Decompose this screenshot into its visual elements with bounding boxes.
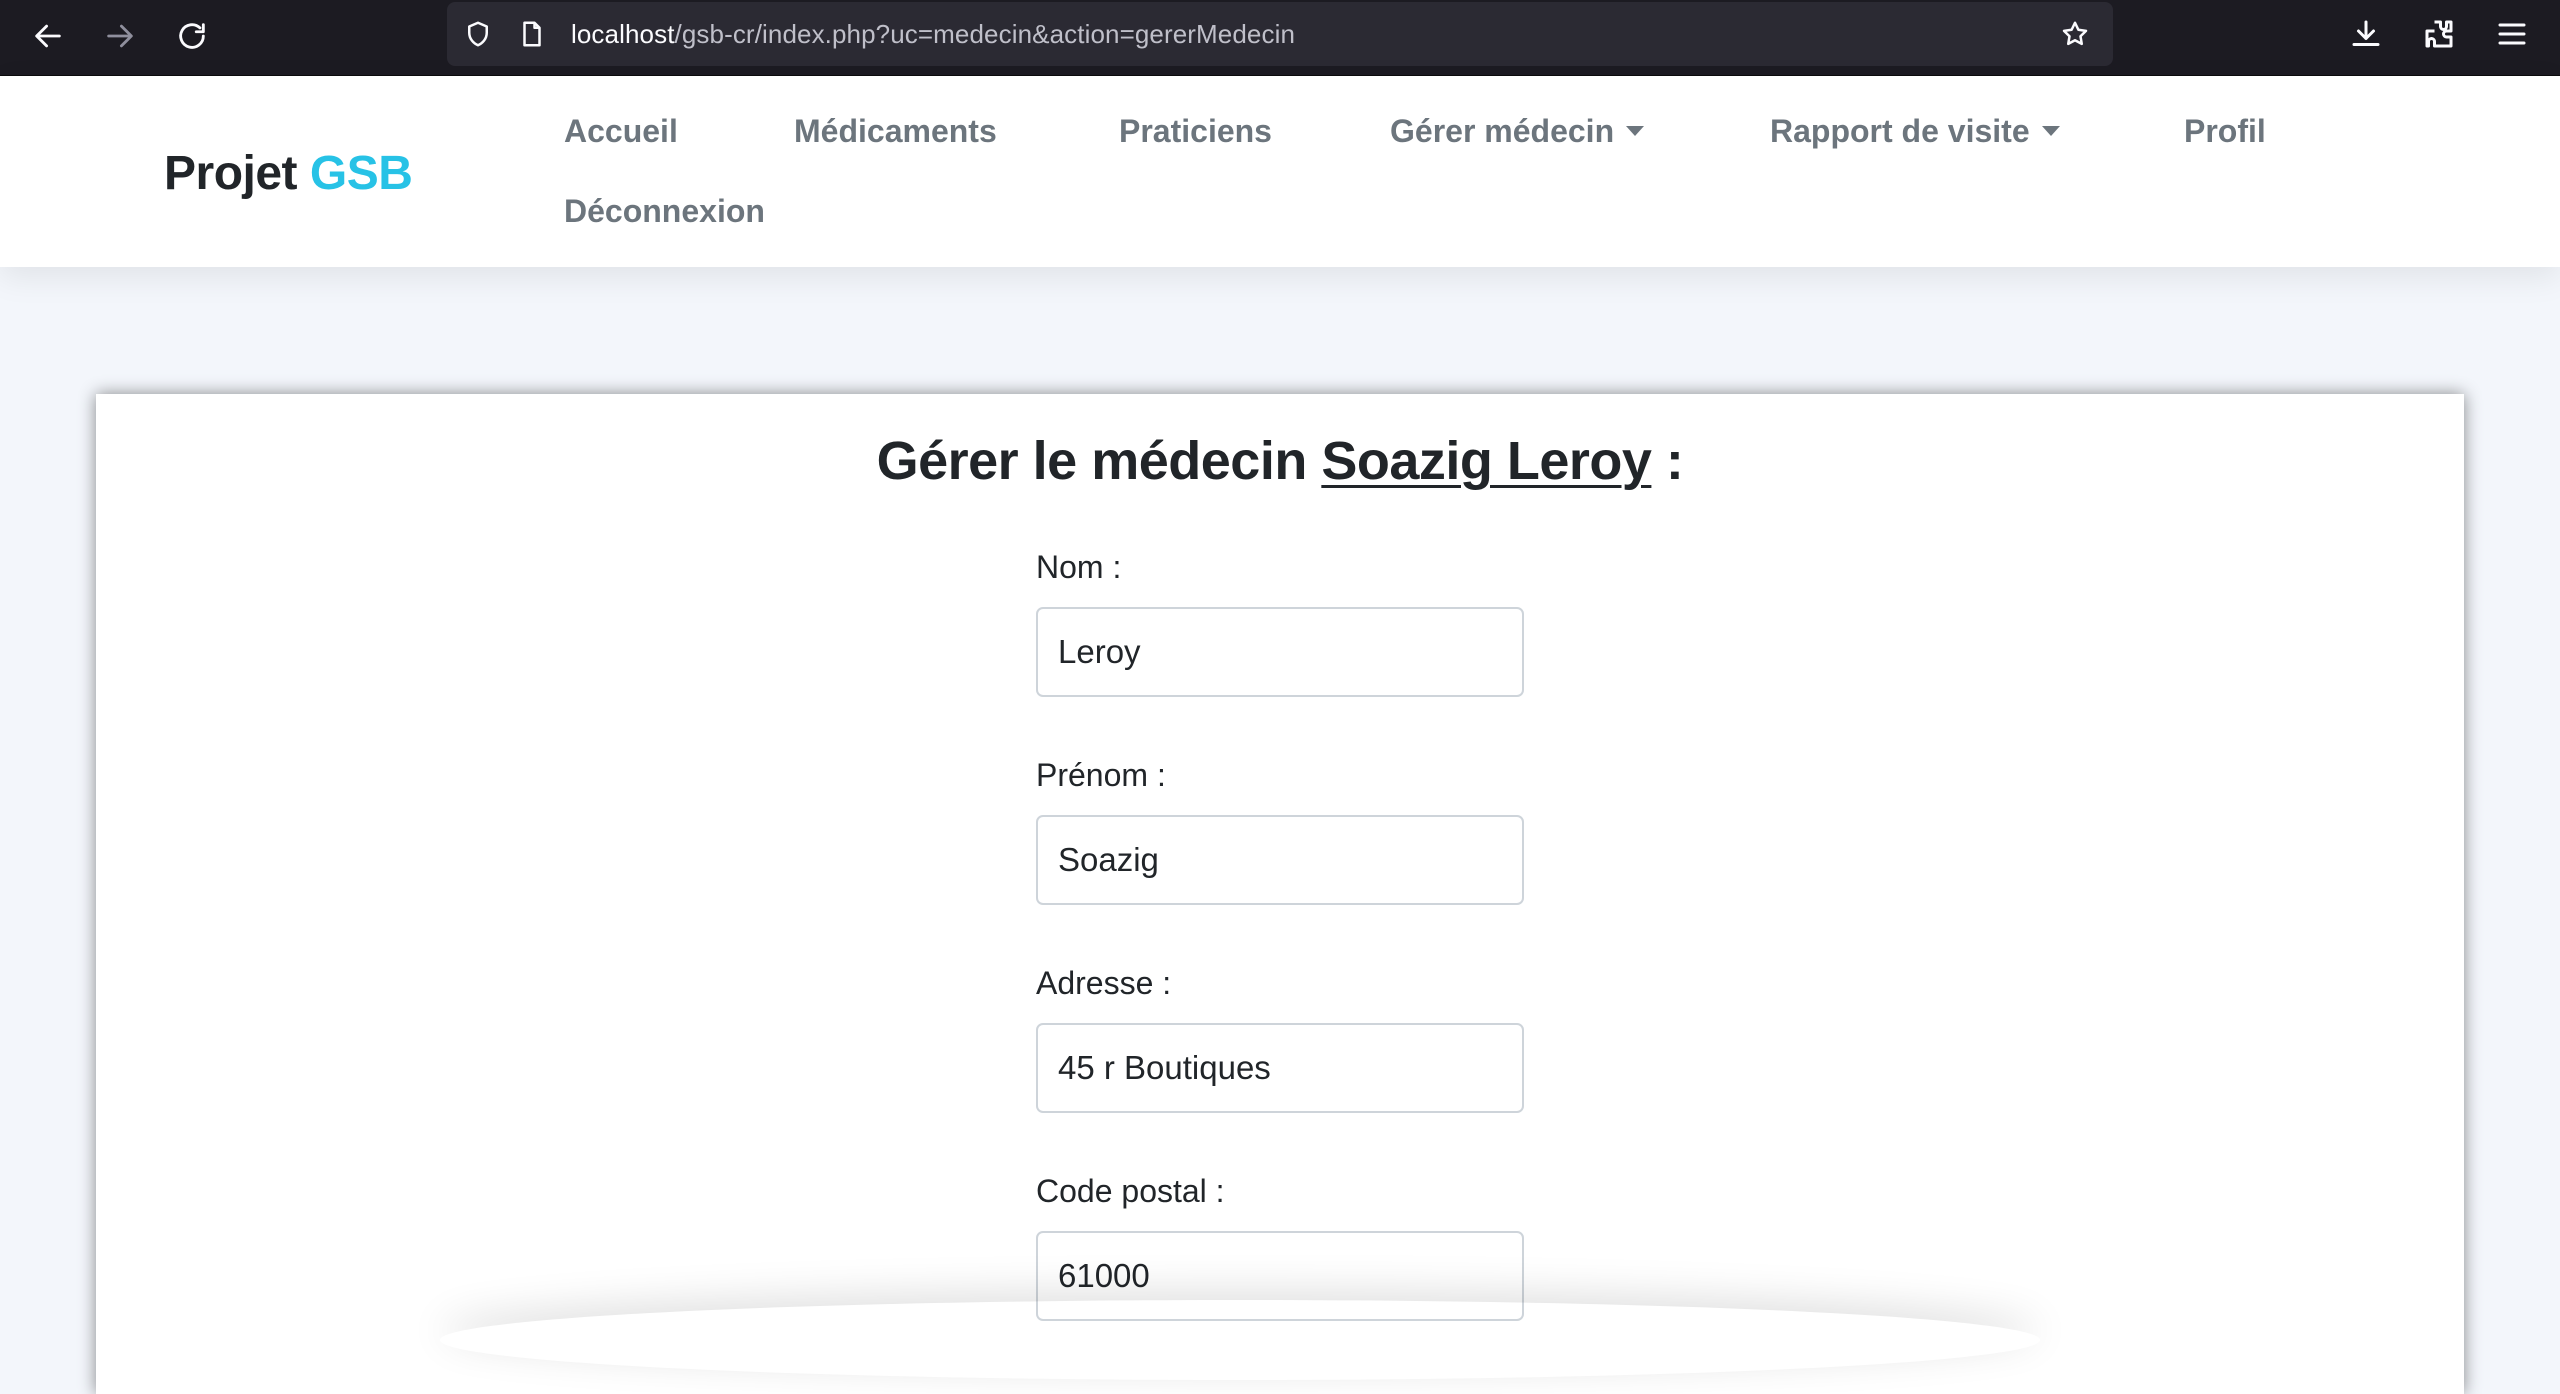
arrow-right-icon — [107, 24, 133, 48]
prenom-label: Prénom : — [1036, 757, 1166, 793]
nav-link-label: Déconnexion — [564, 193, 765, 229]
menu-icon[interactable] — [2494, 16, 2530, 52]
shield-icon[interactable] — [463, 19, 493, 49]
url-path: /gsb-cr/index.php?uc=medecin&action=gere… — [674, 19, 1296, 49]
page-title: Gérer le médecin Soazig Leroy : — [96, 430, 2464, 492]
star-icon[interactable] — [2060, 19, 2090, 49]
nav-link-accueil[interactable]: Accueil — [564, 113, 678, 150]
brand-logo[interactable]: Projet GSB — [164, 146, 413, 201]
caret-down-icon — [1626, 126, 1645, 136]
nav-dropdown-rapport-visite[interactable]: Rapport de visite — [1770, 113, 2060, 150]
adresse-label: Adresse : — [1036, 965, 1172, 1001]
nav-link-label: Médicaments — [794, 113, 997, 149]
adresse-input[interactable] — [1036, 1023, 1524, 1113]
address-bar[interactable]: localhost/gsb-cr/index.php?uc=medecin&ac… — [447, 2, 2113, 66]
caret-down-icon — [2041, 126, 2060, 136]
nav-link-profil[interactable]: Profil — [2184, 113, 2266, 150]
download-icon[interactable] — [2348, 16, 2384, 52]
nav-link-medicaments[interactable]: Médicaments — [794, 113, 997, 150]
title-suffix: : — [1665, 431, 1684, 491]
url-text[interactable]: localhost/gsb-cr/index.php?uc=medecin&ac… — [571, 19, 1295, 50]
title-prefix: Gérer le médecin — [876, 431, 1308, 491]
nav-link-label: Accueil — [564, 113, 678, 149]
nav-dropdown-gerer-medecin[interactable]: Gérer médecin — [1390, 113, 1645, 150]
url-host: localhost — [571, 19, 675, 49]
extensions-icon[interactable] — [2421, 16, 2457, 52]
nom-label: Nom : — [1036, 549, 1122, 585]
arrow-left-icon — [35, 24, 61, 48]
prenom-input[interactable] — [1036, 815, 1524, 905]
reload-button[interactable] — [172, 16, 212, 56]
site-navbar: Projet GSB Accueil Médicaments Praticien… — [0, 76, 2560, 267]
nav-link-label: Rapport de visite — [1770, 113, 2030, 149]
back-button[interactable] — [28, 16, 68, 56]
code-postal-label: Code postal : — [1036, 1173, 1225, 1209]
brand-accent: GSB — [309, 147, 413, 200]
nav-link-label: Profil — [2184, 113, 2266, 149]
doctor-name: Soazig Leroy — [1321, 431, 1652, 491]
reload-icon — [179, 23, 205, 49]
nav-link-label: Gérer médecin — [1390, 113, 1615, 149]
nav-link-label: Praticiens — [1119, 113, 1272, 149]
nav-link-deconnexion[interactable]: Déconnexion — [564, 193, 765, 230]
browser-toolbar: localhost/gsb-cr/index.php?uc=medecin&ac… — [0, 0, 2560, 76]
nom-input[interactable] — [1036, 607, 1524, 697]
nav-link-praticiens[interactable]: Praticiens — [1119, 113, 1272, 150]
forward-button[interactable] — [100, 16, 140, 56]
brand-prefix: Projet — [164, 147, 298, 200]
manage-doctor-card: Gérer le médecin Soazig Leroy : Nom : Pr… — [96, 394, 2464, 1394]
page-icon[interactable] — [517, 19, 547, 49]
inner-panel-shadow — [440, 1300, 2040, 1380]
